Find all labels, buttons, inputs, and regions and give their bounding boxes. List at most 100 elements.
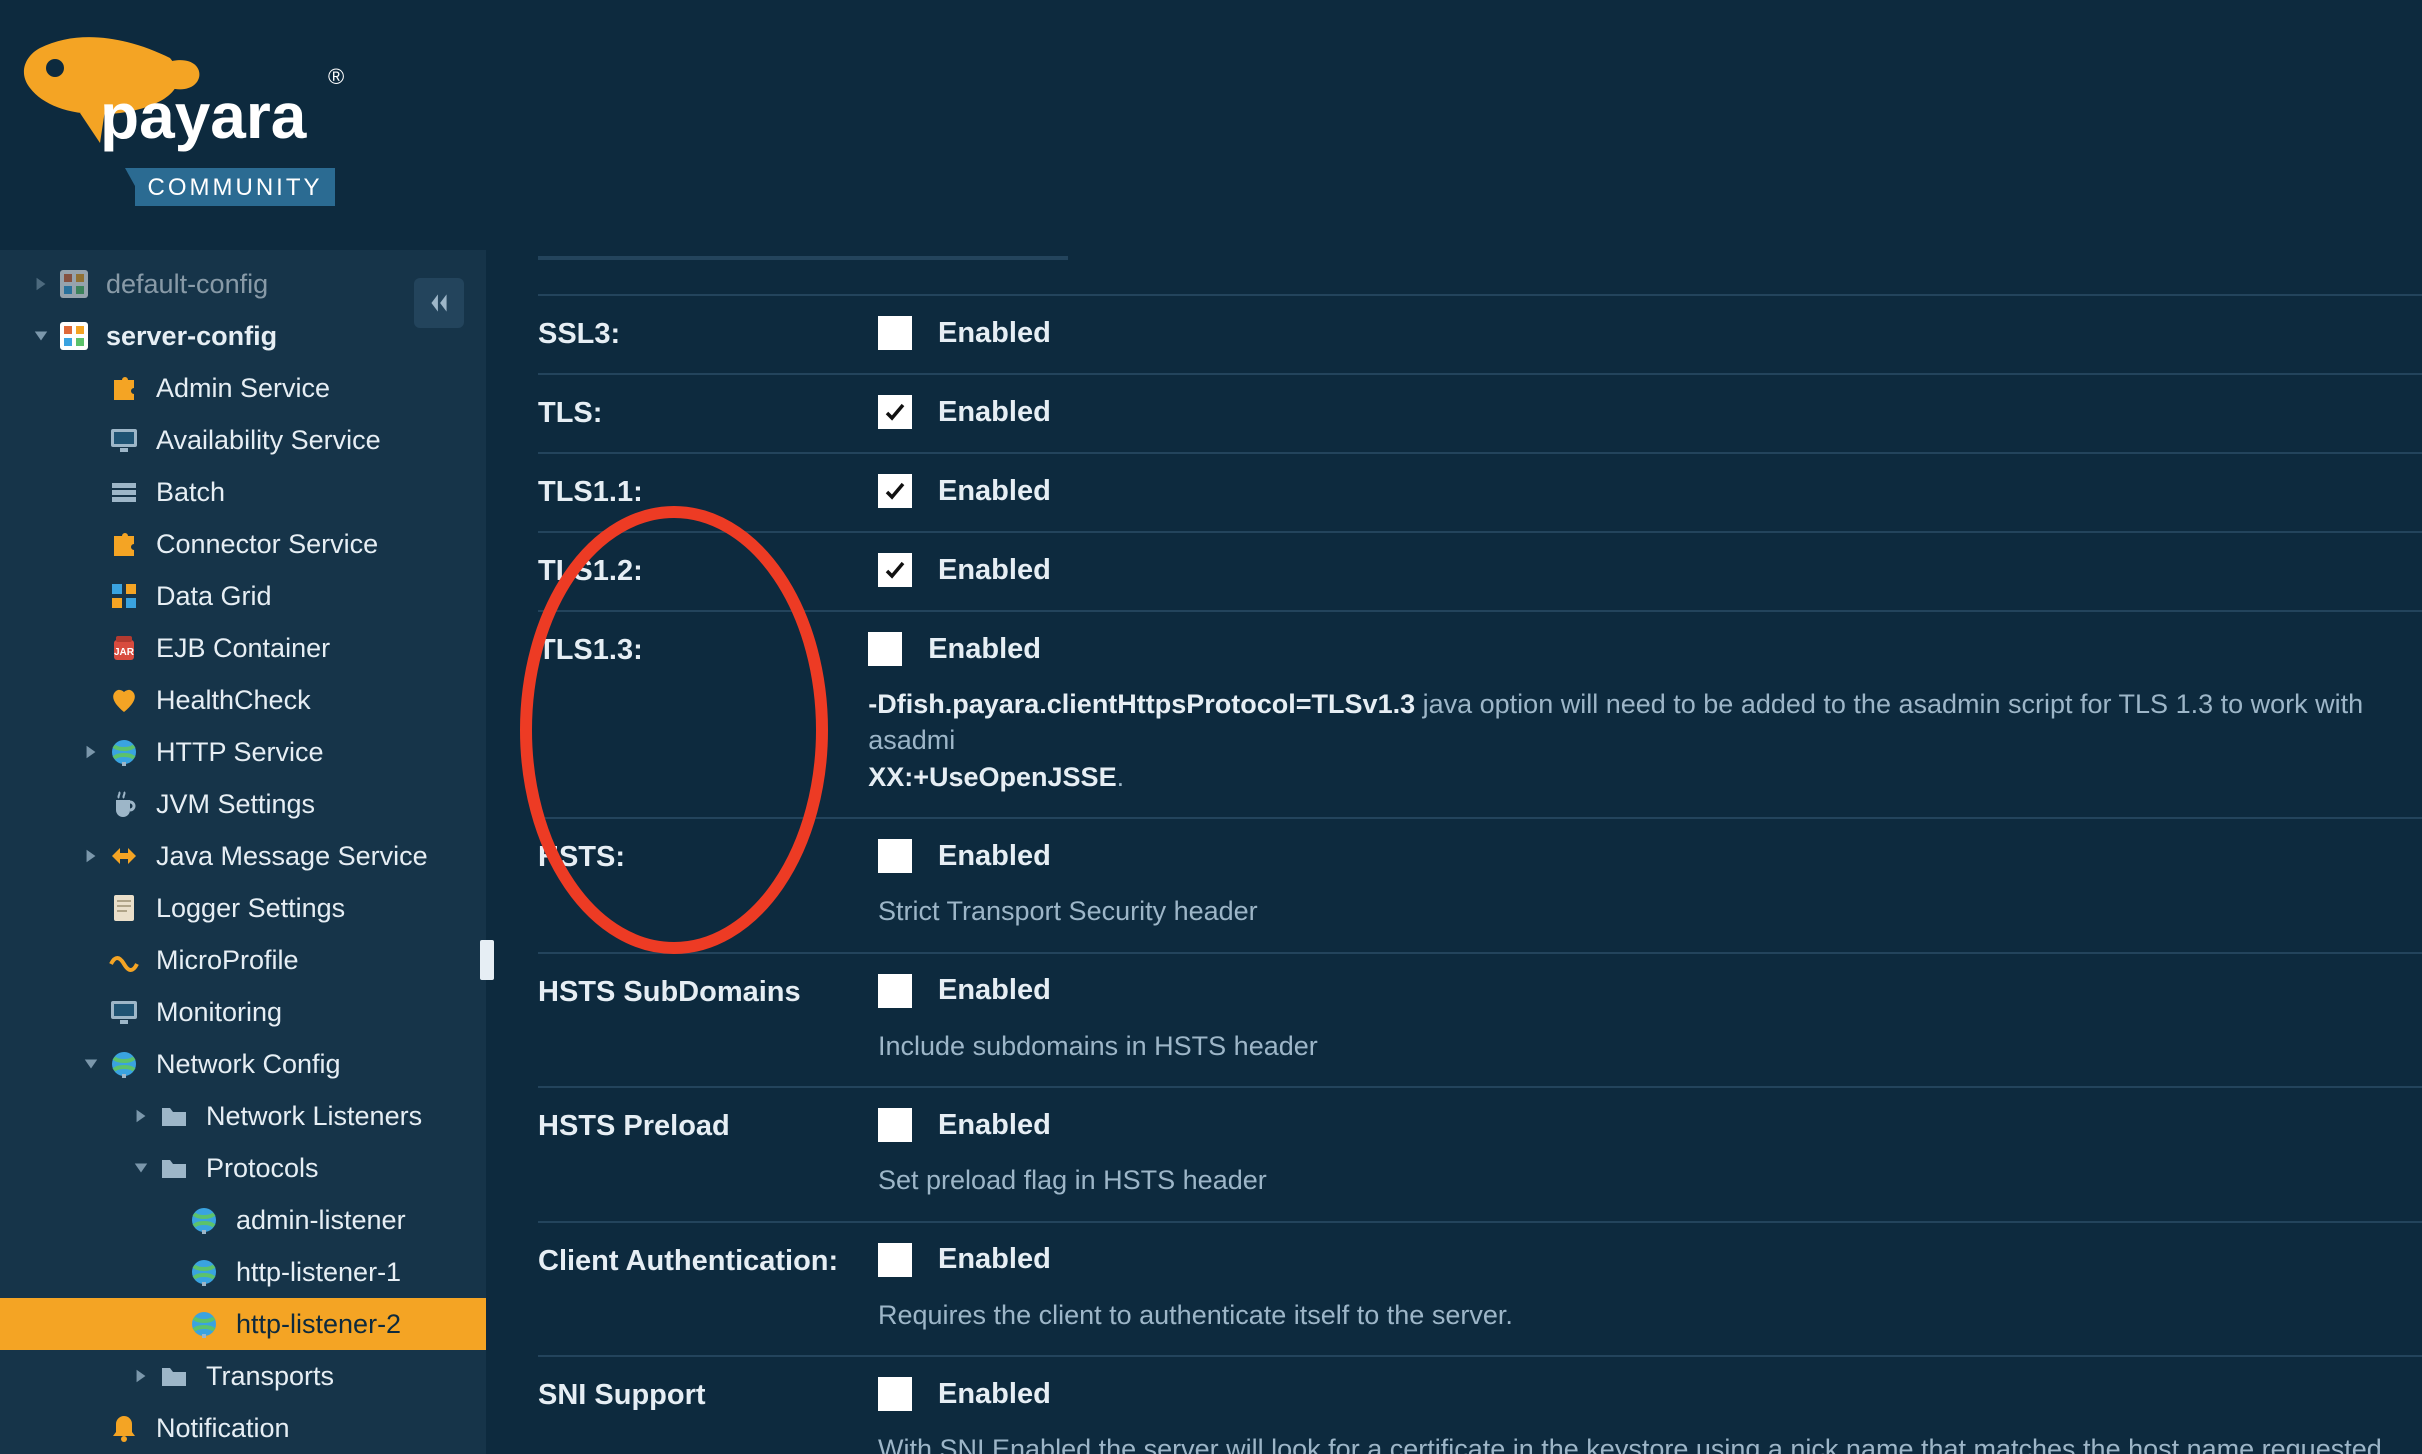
- enabled-checkbox[interactable]: [878, 974, 912, 1008]
- bell-icon: [108, 1412, 140, 1444]
- globe-icon: [188, 1204, 220, 1236]
- form-row-label: Client Authentication:: [538, 1243, 878, 1278]
- cup-icon: [108, 788, 140, 820]
- enabled-checkbox[interactable]: [878, 839, 912, 873]
- tree-node-ejb-container[interactable]: EJB Container: [0, 622, 486, 674]
- tree-node-label: Connector Service: [156, 529, 486, 560]
- enabled-checkbox[interactable]: [878, 1243, 912, 1277]
- tree-expand-icon[interactable]: [30, 325, 52, 347]
- form-row-tls1-2: TLS1.2:Enabled: [538, 533, 2422, 612]
- desktop-icon: [108, 996, 140, 1028]
- form-row-value: EnabledInclude subdomains in HSTS header: [878, 974, 2422, 1064]
- form-row-client-authentication: Client Authentication:EnabledRequires th…: [538, 1223, 2422, 1357]
- form-row-label: TLS1.2:: [538, 553, 878, 588]
- tree-node-admin-service[interactable]: Admin Service: [0, 362, 486, 414]
- heart-icon: [108, 684, 140, 716]
- enabled-checkbox[interactable]: [878, 1377, 912, 1411]
- folder-icon: [158, 1152, 190, 1184]
- tree-node-protocols[interactable]: Protocols: [0, 1142, 486, 1194]
- form-row-sni-support: SNI SupportEnabledWith SNI Enabled the s…: [538, 1357, 2422, 1454]
- tree-node-transports[interactable]: Transports: [0, 1350, 486, 1402]
- tree-collapse-icon[interactable]: [130, 1105, 152, 1127]
- globe-icon: [108, 1048, 140, 1080]
- sidebar: default-config server-config Admin Service…: [0, 250, 486, 1454]
- form-row-value: Enabled-Dfish.payara.clientHttpsProtocol…: [868, 632, 2422, 795]
- form-row-value: EnabledRequires the client to authentica…: [878, 1243, 2422, 1333]
- tree-expand-icon[interactable]: [130, 1157, 152, 1179]
- form-row-description: Requires the client to authenticate itse…: [878, 1297, 2412, 1333]
- grid-icon: [108, 580, 140, 612]
- tree-node-label: MicroProfile: [156, 945, 486, 976]
- tree-node-server-config[interactable]: server-config: [0, 310, 486, 362]
- brand-name: payara: [100, 80, 307, 152]
- tree-node-availability-service[interactable]: Availability Service: [0, 414, 486, 466]
- tree-expand-icon[interactable]: [80, 1053, 102, 1075]
- tree-node-label: Network Config: [156, 1049, 486, 1080]
- svg-text:®: ®: [328, 64, 344, 89]
- enabled-label: Enabled: [938, 840, 1051, 873]
- tree-node-label: Transports: [206, 1361, 486, 1392]
- form-row-value: Enabled: [878, 395, 2422, 429]
- tree-node-label: server-config: [106, 321, 486, 352]
- tree-node-label: Monitoring: [156, 997, 486, 1028]
- tree-node-label: Data Grid: [156, 581, 486, 612]
- globe-icon: [188, 1256, 220, 1288]
- tree-node-label: admin-listener: [236, 1205, 486, 1236]
- tree-collapse-icon[interactable]: [80, 845, 102, 867]
- tree-node-label: Admin Service: [156, 373, 486, 404]
- enabled-checkbox[interactable]: [868, 632, 902, 666]
- tree-collapse-icon[interactable]: [30, 273, 52, 295]
- tree-node-microprofile[interactable]: MicroProfile: [0, 934, 486, 986]
- form-row-description: Include subdomains in HSTS header: [878, 1028, 2412, 1064]
- batch-icon: [108, 476, 140, 508]
- desktop-icon: [108, 424, 140, 456]
- enabled-label: Enabled: [938, 475, 1051, 508]
- enabled-checkbox[interactable]: [878, 316, 912, 350]
- form-row-label: HSTS:: [538, 839, 878, 874]
- form-row-value: Enabled: [878, 474, 2422, 508]
- form-row-hsts: HSTS: Enabled Strict Transport Security he…: [538, 819, 2422, 953]
- tree-node-monitoring[interactable]: Monitoring: [0, 986, 486, 1038]
- globe-icon: [108, 736, 140, 768]
- tree-node-data-grid[interactable]: Data Grid: [0, 570, 486, 622]
- tree-node-network-listeners[interactable]: Network Listeners: [0, 1090, 486, 1142]
- enabled-checkbox[interactable]: [878, 474, 912, 508]
- form-row-value: EnabledSet preload flag in HSTS header: [878, 1108, 2422, 1198]
- tree-node-label: JVM Settings: [156, 789, 486, 820]
- tree-node-http-service[interactable]: HTTP Service: [0, 726, 486, 778]
- form-row-hsts-preload: HSTS PreloadEnabledSet preload flag in H…: [538, 1088, 2422, 1222]
- tree-node-admin-listener[interactable]: admin-listener: [0, 1194, 486, 1246]
- tree-node-http-listener-1[interactable]: http-listener-1: [0, 1246, 486, 1298]
- enabled-checkbox[interactable]: [878, 395, 912, 429]
- tree-node-label: default-config: [106, 269, 486, 300]
- main-panel: SSL3:EnabledTLS:EnabledTLS1.1:EnabledTLS…: [500, 250, 2422, 1454]
- form-row-description: Set preload flag in HSTS header: [878, 1162, 2412, 1198]
- tree-node-http-listener-2[interactable]: http-listener-2: [0, 1298, 486, 1350]
- tree-node-default-config[interactable]: default-config: [0, 258, 486, 310]
- tree-collapse-icon[interactable]: [80, 741, 102, 763]
- tree-node-java-message-service[interactable]: Java Message Service: [0, 830, 486, 882]
- form-row-label: TLS:: [538, 395, 878, 430]
- form-row-label: SNI Support: [538, 1377, 878, 1412]
- tree-node-connector-service[interactable]: Connector Service: [0, 518, 486, 570]
- tree-node-healthcheck[interactable]: HealthCheck: [0, 674, 486, 726]
- form-row-label: SSL3:: [538, 316, 878, 351]
- config-icon: [58, 320, 90, 352]
- tree-node-label: Logger Settings: [156, 893, 486, 924]
- brand-logo: payara ® COMMUNITY: [10, 18, 360, 208]
- tree-node-logger-settings[interactable]: Logger Settings: [0, 882, 486, 934]
- tree-collapse-icon[interactable]: [130, 1365, 152, 1387]
- form-row-description: Strict Transport Security header: [878, 893, 2412, 929]
- ssl-settings-form: SSL3:EnabledTLS:EnabledTLS1.1:EnabledTLS…: [538, 294, 2422, 1454]
- tree-node-notification[interactable]: Notification: [0, 1402, 486, 1454]
- enabled-checkbox[interactable]: [878, 553, 912, 587]
- tree-node-jvm-settings[interactable]: JVM Settings: [0, 778, 486, 830]
- tree-node-batch[interactable]: Batch: [0, 466, 486, 518]
- tree-node-network-config[interactable]: Network Config: [0, 1038, 486, 1090]
- config-icon: [58, 268, 90, 300]
- content-top-separator: [538, 256, 1068, 260]
- enabled-checkbox[interactable]: [878, 1108, 912, 1142]
- tree-node-label: Availability Service: [156, 425, 486, 456]
- puzzle-icon: [108, 372, 140, 404]
- tree-node-label: http-listener-1: [236, 1257, 486, 1288]
